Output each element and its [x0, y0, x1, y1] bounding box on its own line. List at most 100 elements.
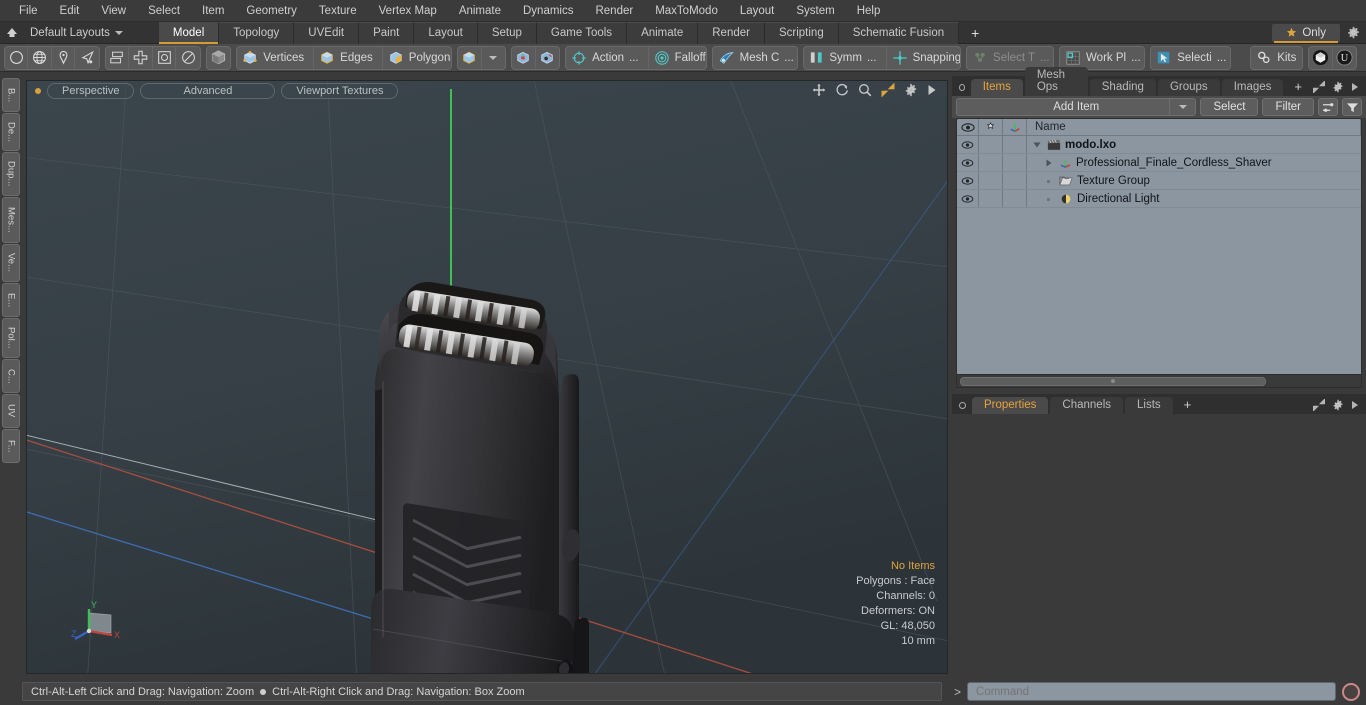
tab-paint[interactable]: Paint	[359, 21, 415, 44]
row-visibility-eye-icon[interactable]	[957, 154, 979, 171]
vtab-falloff[interactable]: F...	[2, 429, 20, 463]
menu-item-maxtomodo[interactable]: MaxToModo	[644, 0, 729, 22]
row-col-axis[interactable]	[1003, 154, 1027, 171]
menu-item-file[interactable]: File	[8, 0, 49, 22]
globe-icon[interactable]	[28, 46, 52, 69]
table-row[interactable]: Professional_Finale_Cordless_Shaver	[957, 154, 1361, 172]
tab-model[interactable]: Model	[158, 21, 220, 44]
expand-panel-icon[interactable]	[1313, 399, 1325, 411]
zoom-icon[interactable]	[858, 83, 872, 97]
item-tree[interactable]: Name modo.lxo Professional_Finale_Cordle…	[956, 118, 1362, 388]
col-axis-icon[interactable]	[1003, 119, 1027, 135]
layout-selector[interactable]: Default Layouts	[24, 27, 123, 39]
array-icon[interactable]	[129, 46, 153, 69]
menu-item-geometry[interactable]: Geometry	[235, 0, 308, 22]
panel-menu-dot-icon[interactable]	[959, 84, 965, 91]
row-visibility-eye-icon[interactable]	[957, 190, 979, 207]
rotate-icon[interactable]	[835, 83, 849, 97]
snapping-button[interactable]: Snapping	[887, 47, 960, 69]
row-col-axis[interactable]	[1003, 172, 1027, 189]
table-row[interactable]: Directional Light	[957, 190, 1361, 208]
kits-button[interactable]: Kits	[1251, 47, 1302, 69]
select-through-button[interactable]: Select T ...	[967, 47, 1053, 69]
command-record-icon[interactable]	[1342, 682, 1360, 701]
fit-icon[interactable]	[881, 83, 895, 97]
tab-layout[interactable]: Layout	[414, 21, 478, 44]
table-row[interactable]: Texture Group	[957, 172, 1361, 190]
menu-item-animate[interactable]: Animate	[448, 0, 512, 22]
tab-schematic-fusion[interactable]: Schematic Fusion	[838, 21, 960, 44]
modo-icon[interactable]	[1309, 46, 1333, 69]
viewport-3d[interactable]: Perspective Advanced Viewport Textures Y…	[26, 80, 948, 674]
menu-item-layout[interactable]: Layout	[729, 0, 786, 22]
panel-more-icon[interactable]	[1351, 82, 1359, 92]
row-col-add[interactable]	[979, 154, 1003, 171]
viewport-shading-selector[interactable]: Advanced	[140, 83, 276, 99]
panel-gear-icon[interactable]	[1332, 81, 1344, 93]
mode-vertices-button[interactable]: Vertices	[237, 46, 315, 69]
tab-scripting[interactable]: Scripting	[764, 21, 839, 44]
tab-items[interactable]: Items	[970, 79, 1023, 96]
menu-item-select[interactable]: Select	[137, 0, 191, 22]
symmetry-button[interactable]: Symm ...	[804, 46, 887, 69]
tab-animate[interactable]: Animate	[627, 21, 699, 44]
vtab-duplicate[interactable]: Dup...	[2, 152, 20, 196]
tab-game-tools[interactable]: Game Tools	[536, 21, 628, 44]
mirror-icon[interactable]	[106, 46, 130, 69]
select-button[interactable]: Select	[1200, 98, 1259, 116]
action-center-button[interactable]: Action ...	[566, 46, 649, 69]
viewport-textures-selector[interactable]: Viewport Textures	[281, 83, 399, 99]
mode-edges-button[interactable]: Edges	[314, 46, 383, 69]
row-name-cell[interactable]: Texture Group	[1027, 175, 1150, 187]
tab-mesh-ops[interactable]: Mesh Ops	[1024, 67, 1088, 96]
add-item-dropdown-icon[interactable]	[1169, 99, 1195, 115]
vtab-uv[interactable]: UV	[2, 394, 20, 428]
selection-set-button[interactable]: Selecti ...	[1151, 47, 1230, 69]
tab-shading[interactable]: Shading	[1089, 79, 1156, 96]
unreal-icon[interactable]: U	[1333, 47, 1356, 69]
add-properties-tab-button[interactable]: +	[1175, 397, 1201, 414]
cube-icon[interactable]	[207, 47, 230, 69]
collapse-triangle-icon[interactable]	[1045, 159, 1055, 167]
lasso-icon[interactable]	[75, 47, 98, 69]
mesh-constraint-button[interactable]: Mesh C ...	[713, 47, 798, 69]
vtab-mesh-edit[interactable]: Mes...	[2, 197, 20, 243]
model-cordless-shaver[interactable]	[27, 81, 948, 674]
play-icon[interactable]	[927, 84, 937, 96]
tab-render[interactable]: Render	[698, 21, 765, 44]
menu-item-dynamics[interactable]: Dynamics	[512, 0, 584, 22]
command-input[interactable]	[967, 682, 1336, 701]
item-tree-horizontal-scrollbar[interactable]	[957, 374, 1361, 387]
tab-lists[interactable]: Lists	[1125, 397, 1173, 414]
center-icon[interactable]	[512, 46, 536, 69]
panel-gear-icon[interactable]	[1332, 399, 1344, 411]
only-toggle-button[interactable]: Only	[1272, 23, 1340, 43]
circle-icon[interactable]	[5, 46, 29, 69]
properties-menu-dot-icon[interactable]	[959, 402, 966, 409]
item-mode-dropdown-icon[interactable]	[482, 47, 505, 69]
row-col-add[interactable]	[979, 190, 1003, 207]
row-name-cell[interactable]: Directional Light	[1027, 193, 1159, 205]
menu-item-system[interactable]: System	[785, 0, 845, 22]
tab-groups[interactable]: Groups	[1157, 79, 1220, 96]
tab-setup[interactable]: Setup	[477, 21, 537, 44]
panel-more-icon[interactable]	[1351, 400, 1359, 410]
tab-topology[interactable]: Topology	[219, 21, 295, 44]
move-icon[interactable]	[812, 83, 826, 97]
row-name-cell[interactable]: Professional_Finale_Cordless_Shaver	[1027, 157, 1272, 169]
viewport-menu-dot[interactable]	[35, 88, 41, 94]
row-col-axis[interactable]	[1003, 136, 1027, 153]
row-col-axis[interactable]	[1003, 190, 1027, 207]
row-col-add[interactable]	[979, 172, 1003, 189]
tab-channels[interactable]: Channels	[1050, 397, 1124, 414]
add-item-button[interactable]: Add Item	[956, 98, 1197, 116]
tab-uvedit[interactable]: UVEdit	[294, 21, 360, 44]
tab-images[interactable]: Images	[1221, 79, 1284, 96]
mode-polygons-button[interactable]: Polygons	[383, 47, 451, 69]
pivot-icon[interactable]	[536, 47, 559, 69]
vtab-deform[interactable]: De...	[2, 113, 20, 151]
filter-button[interactable]: Filter	[1262, 98, 1314, 116]
vtab-vertex[interactable]: Ve...	[2, 244, 20, 282]
scrollbar-thumb[interactable]	[960, 376, 1267, 386]
item-cube-icon[interactable]	[458, 46, 482, 69]
